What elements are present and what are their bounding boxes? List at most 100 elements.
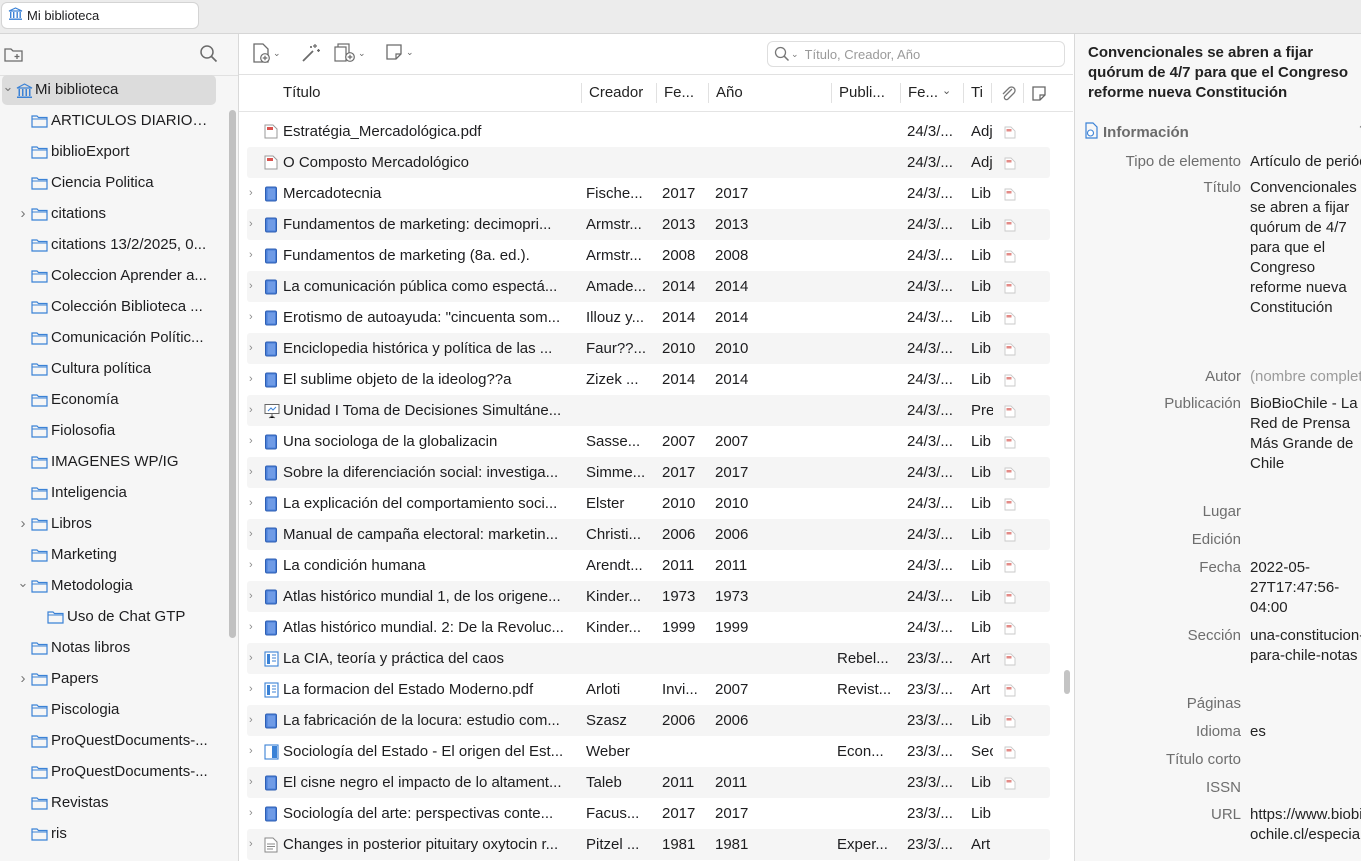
item-row[interactable]: › La condición humana Arendt... 2011 2011 24/… [247,550,1050,581]
pdf-attachment-icon[interactable] [1004,312,1016,329]
field-value[interactable]: 2022-05-27T17:47:56-04:00 [1250,558,1361,618]
items-scrollbar[interactable] [1064,670,1070,694]
notes-column-icon[interactable] [1031,85,1047,106]
chevron-right-icon[interactable]: › [249,302,253,333]
info-section-header[interactable]: Información [1084,122,1189,143]
collection-item[interactable]: › Libros [0,509,228,540]
pdf-attachment-icon[interactable] [1004,529,1016,546]
field-value[interactable]: Artículo de periódico [1250,152,1361,172]
item-row[interactable]: O Composto Mercadológico 24/3/... Adj [247,147,1050,178]
chevron-right-icon[interactable]: › [249,209,253,240]
pdf-attachment-icon[interactable] [1004,498,1016,515]
collection-item[interactable]: Marketing [0,540,228,571]
chevron-right-icon[interactable]: › [17,515,29,532]
search-input[interactable] [802,45,1057,63]
collection-item[interactable]: › citations [0,199,228,230]
field-value[interactable]: https://www.biobiochile.cl/especial [1250,805,1361,861]
chevron-right-icon[interactable]: › [249,674,253,705]
chevron-right-icon[interactable]: › [249,736,253,767]
chevron-right-icon[interactable]: › [249,829,253,860]
pdf-attachment-icon[interactable] [1004,653,1016,670]
column-year[interactable]: Año [716,75,756,111]
pdf-attachment-icon[interactable] [1004,436,1016,453]
pdf-attachment-icon[interactable] [1004,715,1016,732]
item-row[interactable]: › Manual de campaña electoral: marketin..… [247,519,1050,550]
tab-mi-biblioteca[interactable]: Mi biblioteca [1,2,199,29]
item-row[interactable]: › Fundamentos de marketing (8a. ed.). Arms… [247,240,1050,271]
chevron-right-icon[interactable]: › [249,395,253,426]
item-row[interactable]: › La comunicación pública como espectá...… [247,271,1050,302]
new-item-button[interactable]: ⌄ [252,43,281,64]
chevron-right-icon[interactable]: › [249,457,253,488]
pdf-attachment-icon[interactable] [1004,560,1016,577]
pdf-attachment-icon[interactable] [1004,374,1016,391]
chevron-right-icon[interactable]: › [249,581,253,612]
item-row[interactable]: › La fabricación de la locura: estudio co… [247,705,1050,736]
chevron-right-icon[interactable]: › [249,798,253,829]
chevron-right-icon[interactable]: › [249,488,253,519]
item-search-box[interactable]: ⌄ [767,41,1065,67]
chevron-right-icon[interactable]: › [249,178,253,209]
chevron-right-icon[interactable]: › [249,705,253,736]
item-row[interactable]: › Unidad I Toma de Decisiones Simultáne..… [247,395,1050,426]
pdf-attachment-icon[interactable] [1004,777,1016,794]
pdf-attachment-icon[interactable] [1004,467,1016,484]
chevron-right-icon[interactable]: › [249,612,253,643]
collection-item[interactable]: Cultura política [0,354,228,385]
collection-item[interactable]: Inteligencia [0,478,228,509]
field-value[interactable]: una-constitucion-para-chile-notas [1250,626,1361,686]
item-row[interactable]: › El sublime objeto de la ideolog??a Zizek… [247,364,1050,395]
collection-search-icon[interactable] [199,44,218,67]
chevron-right-icon[interactable]: › [249,240,253,271]
pdf-attachment-icon[interactable] [1004,250,1016,267]
field-value[interactable]: Convencionales se abren a fijar quórum d… [1250,178,1361,358]
item-row[interactable]: › Atlas histórico mundial. 2: De la Revol… [247,612,1050,643]
item-row[interactable]: › Atlas histórico mundial 1, de los orige… [247,581,1050,612]
pdf-attachment-icon[interactable] [1004,591,1016,608]
collection-item[interactable]: ProQuestDocuments-... [0,757,228,788]
collections-scrollbar[interactable] [229,110,236,638]
collection-item[interactable]: ProQuestDocuments-... [0,726,228,757]
chevron-right-icon[interactable]: › [249,643,253,674]
field-value[interactable]: es [1250,722,1361,742]
search-icon[interactable]: ⌄ [774,46,799,62]
chevron-right-icon[interactable]: › [249,426,253,457]
item-row[interactable]: › Fundamentos de marketing: decimopri... A… [247,209,1050,240]
column-type[interactable]: Ti [971,75,987,111]
collapse-section-icon[interactable]: ⌃ [1357,122,1361,138]
pdf-attachment-icon[interactable] [1004,219,1016,236]
item-row[interactable]: › El cisne negro el impacto de lo altamen… [247,767,1050,798]
new-note-button[interactable]: ⌄ [385,43,414,62]
pdf-attachment-icon[interactable] [1004,157,1016,174]
collection-item[interactable]: IMAGENES WP/IG [0,447,228,478]
pdf-attachment-icon[interactable] [1004,126,1016,143]
chevron-right-icon[interactable]: › [17,205,29,222]
item-row[interactable]: › La formacion del Estado Moderno.pdf Arlo… [247,674,1050,705]
chevron-right-icon[interactable]: › [249,364,253,395]
pdf-attachment-icon[interactable] [1004,405,1016,422]
field-value[interactable]: (nombre completo) [1250,367,1361,387]
collection-item[interactable]: Coleccion Aprender a... [0,261,228,292]
item-row[interactable]: › Mercadotecnia Fische... 2017 2017 24/3/... L… [247,178,1050,209]
chevron-right-icon[interactable]: › [249,550,253,581]
pdf-attachment-icon[interactable] [1004,281,1016,298]
collection-item[interactable]: ris [0,819,228,850]
collection-item[interactable]: Economía [0,385,228,416]
chevron-down-icon[interactable]: ⌄ [17,575,29,591]
column-publication[interactable]: Publi... [839,75,894,111]
collection-item[interactable]: Fiolosofia [0,416,228,447]
pdf-attachment-icon[interactable] [1004,343,1016,360]
sort-descending-icon[interactable]: ⌄ [942,84,951,97]
item-row[interactable]: › Changes in posterior pituitary oxytocin… [247,829,1050,860]
item-row[interactable]: › Sobre la diferenciación social: investi… [247,457,1050,488]
collection-item[interactable]: ⌄ Mi biblioteca [0,75,228,106]
chevron-right-icon[interactable]: › [249,271,253,302]
pdf-attachment-icon[interactable] [1004,622,1016,639]
collection-item[interactable]: Piscologia [0,695,228,726]
item-row[interactable]: › La CIA, teoría y práctica del caos Rebel… [247,643,1050,674]
add-by-identifier-button[interactable] [301,43,321,63]
item-row[interactable]: › Enciclopedia histórica y política de la… [247,333,1050,364]
item-row[interactable]: › Sociología del arte: perspectivas conte… [247,798,1050,829]
chevron-right-icon[interactable]: › [249,333,253,364]
item-row[interactable]: Estratégia_Mercadológica.pdf 24/3/... Adj [247,116,1050,147]
